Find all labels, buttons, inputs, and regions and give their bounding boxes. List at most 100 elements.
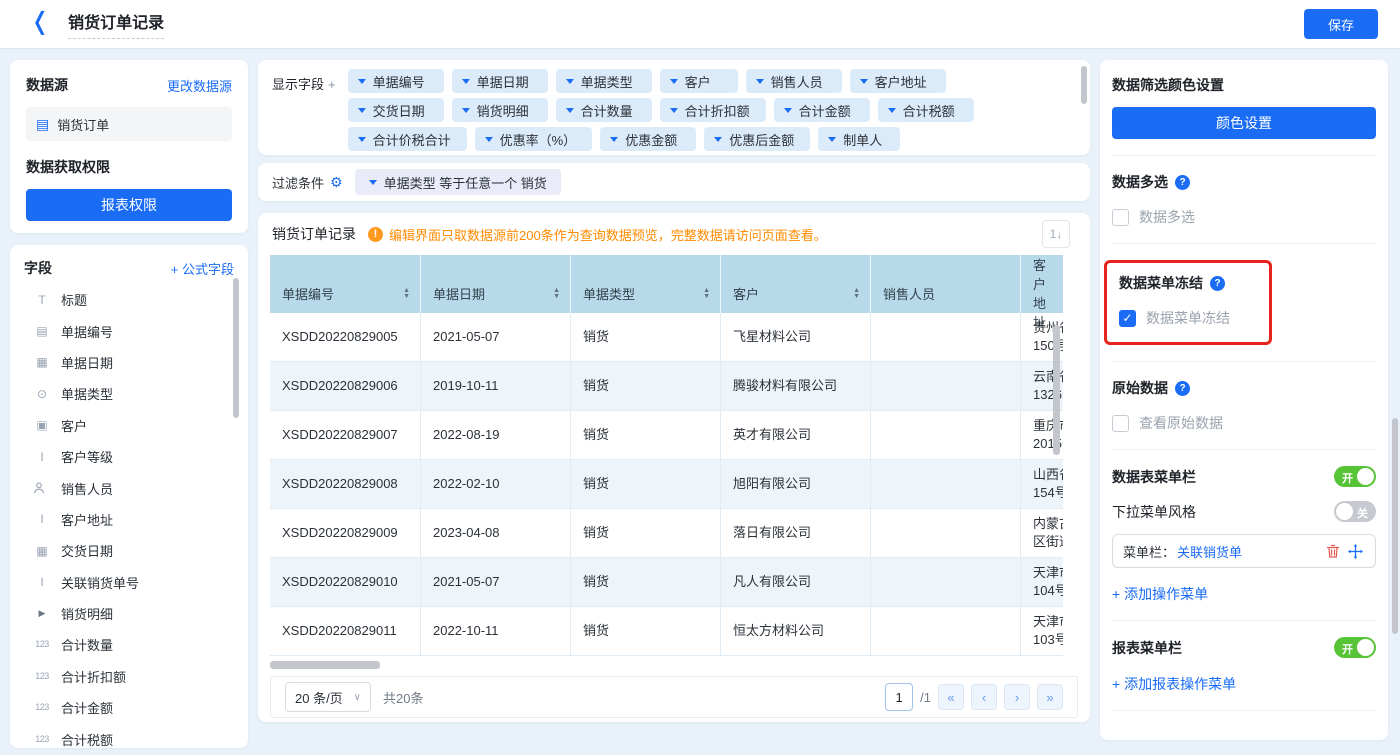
field-chip[interactable]: 交货日期 xyxy=(348,98,444,122)
chevron-down-icon[interactable] xyxy=(462,108,470,113)
sort-icon[interactable]: ▲▼ xyxy=(853,288,860,299)
field-item[interactable]: ▦交货日期 xyxy=(24,535,234,566)
field-item[interactable]: T标题 xyxy=(24,284,234,315)
chevron-down-icon[interactable] xyxy=(462,79,470,84)
help-icon[interactable]: ? xyxy=(1175,175,1190,190)
table-row[interactable]: XSDD202208290082022-02-10销货旭阳有限公司山西省阳154… xyxy=(270,460,1063,509)
chevron-down-icon[interactable] xyxy=(828,137,836,142)
sort-tool-icon[interactable]: 1↓ xyxy=(1042,220,1070,248)
first-page-button[interactable]: « xyxy=(938,684,964,710)
filter-label: 过滤条件 xyxy=(272,173,324,192)
multiselect-checkbox[interactable] xyxy=(1112,209,1129,226)
chevron-down-icon[interactable] xyxy=(566,108,574,113)
filter-condition-chip[interactable]: 单据类型 等于任意一个 销货 xyxy=(355,169,561,195)
datasource-item[interactable]: ▤ 销货订单 xyxy=(26,107,232,141)
field-item[interactable]: I关联销货单号 xyxy=(24,567,234,598)
add-formula-field-link[interactable]: + 公式字段 xyxy=(171,259,234,278)
chevron-down-icon[interactable] xyxy=(358,79,366,84)
chevron-down-icon[interactable] xyxy=(784,108,792,113)
chevron-down-icon[interactable] xyxy=(610,137,618,142)
chevron-down-icon[interactable] xyxy=(670,108,678,113)
chevron-down-icon[interactable] xyxy=(756,79,764,84)
help-icon[interactable]: ? xyxy=(1210,276,1225,291)
field-chip[interactable]: 销货明细 xyxy=(452,98,548,122)
add-action-menu-link[interactable]: + 添加操作菜单 xyxy=(1112,584,1376,604)
move-icon[interactable] xyxy=(1345,544,1365,559)
menu-freeze-checkbox[interactable]: ✓ xyxy=(1119,310,1136,327)
table-row[interactable]: XSDD202208290052021-05-07销货飞星材料公司贵州省遵150… xyxy=(270,313,1063,362)
back-icon[interactable]: ❬ xyxy=(30,10,50,34)
chevron-down-icon[interactable] xyxy=(670,79,678,84)
current-page-input[interactable]: 1 xyxy=(885,683,913,711)
add-display-field-icon[interactable]: + xyxy=(328,77,336,92)
next-page-button[interactable]: › xyxy=(1004,684,1030,710)
field-item[interactable]: I客户等级 xyxy=(24,441,234,472)
chevron-down-icon[interactable] xyxy=(566,79,574,84)
table-row[interactable]: XSDD202208290102021-05-07销货凡人有限公司天津市天104… xyxy=(270,558,1063,607)
field-chip[interactable]: 优惠金额 xyxy=(600,127,696,151)
add-report-action-menu-link[interactable]: + 添加报表操作菜单 xyxy=(1112,674,1376,694)
table-menubar-toggle[interactable]: 开 xyxy=(1334,466,1376,487)
sort-icon[interactable]: ▲▼ xyxy=(403,288,410,299)
field-item[interactable]: 销售人员 xyxy=(24,472,234,503)
field-item[interactable]: 123合计折扣额 xyxy=(24,661,234,692)
field-item[interactable]: 123合计金额 xyxy=(24,692,234,723)
field-item[interactable]: 123合计数量 xyxy=(24,629,234,660)
gear-icon[interactable]: ⚙ xyxy=(330,174,343,191)
menu-item-row[interactable]: 菜单栏： 关联销货单 xyxy=(1112,534,1376,568)
field-item[interactable]: I客户地址 xyxy=(24,504,234,535)
table-row[interactable]: XSDD202208290092023-04-08销货落日有限公司内蒙古自区街道… xyxy=(270,509,1063,558)
page-size-select[interactable]: 20 条/页 ∨ xyxy=(285,682,371,712)
table-row[interactable]: XSDD202208290072022-08-19销货英才有限公司重庆市重201… xyxy=(270,411,1063,460)
raw-data-checkbox[interactable] xyxy=(1112,415,1129,432)
table-vertical-scrollbar[interactable] xyxy=(1053,325,1060,455)
sort-icon[interactable]: ▲▼ xyxy=(703,288,710,299)
field-item[interactable]: ⊙单据类型 xyxy=(24,378,234,409)
change-datasource-link[interactable]: 更改数据源 xyxy=(167,76,232,95)
field-chip[interactable]: 合计价税合计 xyxy=(348,127,467,151)
field-chip[interactable]: 客户 xyxy=(660,69,738,93)
chevron-down-icon[interactable] xyxy=(714,137,722,142)
chevron-down-icon[interactable] xyxy=(888,108,896,113)
display-fields-scrollbar[interactable] xyxy=(1081,66,1087,104)
delete-icon[interactable] xyxy=(1323,544,1343,559)
page-scrollbar[interactable] xyxy=(1392,418,1398,634)
save-button[interactable]: 保存 xyxy=(1304,9,1378,39)
field-chip[interactable]: 单据日期 xyxy=(452,69,548,93)
field-item[interactable]: ▤单据编号 xyxy=(24,315,234,346)
field-chip[interactable]: 合计税额 xyxy=(878,98,974,122)
report-menubar-toggle[interactable]: 开 xyxy=(1334,637,1376,658)
expand-arrow-icon[interactable]: ▶ xyxy=(32,609,52,618)
dropdown-style-toggle[interactable]: 关 xyxy=(1334,501,1376,522)
sort-icon[interactable]: ▲▼ xyxy=(553,288,560,299)
menu-item-link[interactable]: 关联销货单 xyxy=(1177,542,1242,561)
color-settings-button[interactable]: 颜色设置 xyxy=(1112,107,1376,139)
field-chip[interactable]: 优惠后金额 xyxy=(704,127,810,151)
field-chip[interactable]: 单据类型 xyxy=(556,69,652,93)
field-chip[interactable]: 销售人员 xyxy=(746,69,842,93)
field-chip[interactable]: 合计折扣额 xyxy=(660,98,766,122)
chevron-down-icon[interactable] xyxy=(369,180,377,185)
field-chip[interactable]: 合计数量 xyxy=(556,98,652,122)
chevron-down-icon[interactable] xyxy=(485,137,493,142)
prev-page-button[interactable]: ‹ xyxy=(971,684,997,710)
table-row[interactable]: XSDD202208290062019-10-11销货腾骏材料有限公司云南省昆1… xyxy=(270,362,1063,411)
last-page-button[interactable]: » xyxy=(1037,684,1063,710)
field-item[interactable]: ▣客户 xyxy=(24,410,234,441)
field-item[interactable]: ▦单据日期 xyxy=(24,347,234,378)
chevron-down-icon[interactable] xyxy=(358,137,366,142)
field-chip[interactable]: 制单人 xyxy=(818,127,900,151)
chevron-down-icon[interactable] xyxy=(358,108,366,113)
report-permission-button[interactable]: 报表权限 xyxy=(26,189,232,221)
field-chip[interactable]: 单据编号 xyxy=(348,69,444,93)
field-chip[interactable]: 客户地址 xyxy=(850,69,946,93)
fields-scrollbar[interactable] xyxy=(233,278,239,418)
table-horizontal-scrollbar[interactable] xyxy=(270,661,380,669)
help-icon[interactable]: ? xyxy=(1175,381,1190,396)
field-chip[interactable]: 优惠率（%） xyxy=(475,127,593,151)
table-row[interactable]: XSDD202208290112022-10-11销货恒太方材料公司天津市天10… xyxy=(270,607,1063,656)
chevron-down-icon[interactable] xyxy=(860,79,868,84)
field-item[interactable]: ▶销货明细 xyxy=(24,598,234,629)
field-chip[interactable]: 合计金额 xyxy=(774,98,870,122)
field-item[interactable]: 123合计税额 xyxy=(24,723,234,748)
